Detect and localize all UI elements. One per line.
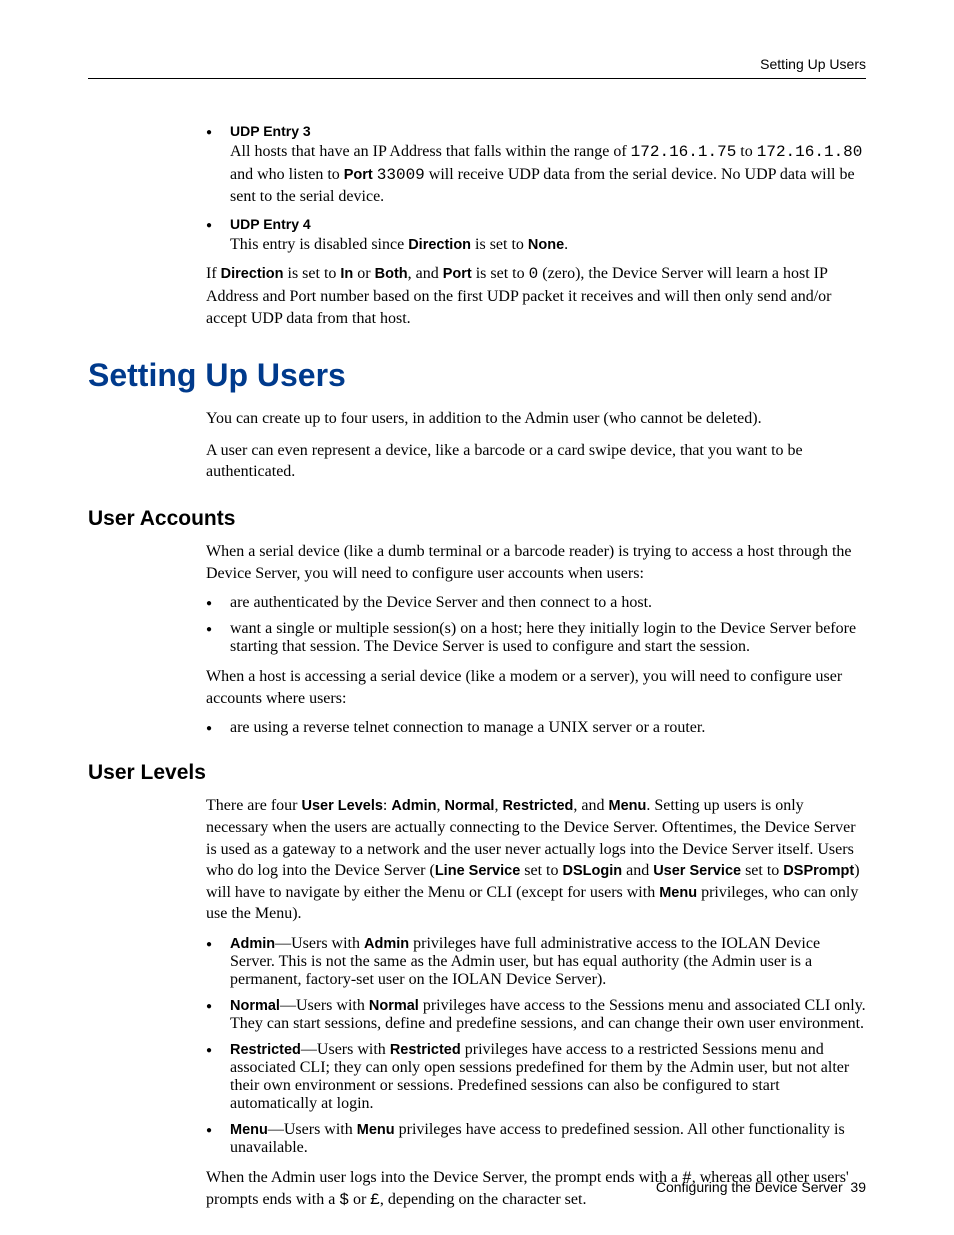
level-restricted-priv: Restricted: [390, 1042, 461, 1058]
text: are using a reverse telnet connection to…: [230, 719, 705, 736]
footer-label: Configuring the Device Server: [656, 1179, 843, 1195]
user-levels-list: Admin—Users with Admin privileges have f…: [206, 935, 866, 1157]
port-label: Port: [443, 266, 472, 282]
ip-start: 172.16.1.75: [631, 143, 737, 161]
text: set to: [741, 862, 783, 879]
text: or: [349, 1191, 370, 1208]
ua-list-2: are using a reverse telnet connection to…: [206, 719, 866, 737]
user-accounts-block: When a serial device (like a dumb termin…: [206, 541, 866, 737]
text: and who listen to: [230, 166, 344, 183]
text: and: [622, 862, 653, 879]
udp-entry-3-body: All hosts that have an IP Address that f…: [230, 141, 866, 208]
text: set to: [520, 862, 562, 879]
direction-label: Direction: [221, 266, 284, 282]
text: —Users with: [275, 935, 364, 952]
running-header: Setting Up Users: [88, 56, 866, 72]
text: There are four: [206, 797, 302, 814]
dollar-prompt: $: [339, 1191, 349, 1209]
level-admin-priv: Admin: [364, 936, 409, 952]
text: is set to: [284, 265, 341, 282]
text: If: [206, 265, 221, 282]
text: or: [353, 265, 374, 282]
user-levels-block: There are four User Levels: Admin, Norma…: [206, 795, 866, 1212]
intro-block: You can create up to four users, in addi…: [206, 408, 866, 483]
text: are authenticated by the Device Server a…: [230, 594, 652, 611]
dslogin-label: DSLogin: [562, 863, 622, 879]
both-label: Both: [375, 266, 408, 282]
text: to: [736, 143, 756, 160]
udp-entry-4: UDP Entry 4 This entry is disabled since…: [206, 216, 866, 256]
ua-paragraph-1: When a serial device (like a dumb termin…: [206, 541, 866, 584]
level-restricted-title: Restricted: [230, 1042, 301, 1058]
port-label: Port: [344, 167, 373, 183]
text: , depending on the character set.: [380, 1191, 587, 1208]
user-levels-label: User Levels: [302, 798, 383, 814]
pound-prompt: £: [370, 1191, 380, 1209]
level-admin: Admin—Users with Admin privileges have f…: [206, 935, 866, 989]
level-normal-priv: Normal: [369, 998, 419, 1014]
text: —Users with: [280, 997, 369, 1014]
level-menu-title: Menu: [230, 1122, 268, 1138]
restricted-label: Restricted: [502, 798, 573, 814]
menu-label: Menu: [608, 798, 646, 814]
admin-label: Admin: [391, 798, 436, 814]
page: Setting Up Users UDP Entry 3 All hosts t…: [0, 0, 954, 1235]
heading-user-accounts: User Accounts: [88, 507, 866, 531]
udp-entries-block: UDP Entry 3 All hosts that have an IP Ad…: [206, 123, 866, 329]
heading-setting-up-users: Setting Up Users: [88, 357, 866, 394]
zero-value: 0: [529, 265, 539, 283]
in-label: In: [340, 266, 353, 282]
ua-bullet-2: want a single or multiple session(s) on …: [206, 620, 866, 656]
direction-label: Direction: [408, 237, 471, 253]
text: is set to: [471, 236, 528, 253]
level-normal-title: Normal: [230, 998, 280, 1014]
port-number: 33009: [377, 166, 425, 184]
page-footer: Configuring the Device Server 39: [656, 1179, 866, 1195]
ua-bullet-3: are using a reverse telnet connection to…: [206, 719, 866, 737]
text: This entry is disabled since: [230, 236, 408, 253]
level-restricted: Restricted—Users with Restricted privile…: [206, 1041, 866, 1113]
text: —Users with: [268, 1121, 357, 1138]
dsprompt-label: DSPrompt: [783, 863, 854, 879]
level-admin-title: Admin: [230, 936, 275, 952]
text: , and: [408, 265, 443, 282]
udp-entry-4-body: This entry is disabled since Direction i…: [230, 234, 866, 256]
page-number: 39: [850, 1179, 866, 1195]
intro-paragraph-1: You can create up to four users, in addi…: [206, 408, 866, 430]
level-normal: Normal—Users with Normal privileges have…: [206, 997, 866, 1033]
text: is set to: [472, 265, 529, 282]
ua-list-1: are authenticated by the Device Server a…: [206, 594, 866, 656]
normal-label: Normal: [444, 798, 494, 814]
user-service-label: User Service: [653, 863, 741, 879]
ua-bullet-1: are authenticated by the Device Server a…: [206, 594, 866, 612]
level-menu-priv: Menu: [357, 1122, 395, 1138]
udp-entry-3: UDP Entry 3 All hosts that have an IP Ad…: [206, 123, 866, 208]
none-label: None: [528, 237, 564, 253]
udp-entry-4-title: UDP Entry 4: [230, 216, 866, 232]
ua-paragraph-2: When a host is accessing a serial device…: [206, 666, 866, 709]
header-rule: [88, 78, 866, 79]
text: , and: [573, 797, 608, 814]
text: When the Admin user logs into the Device…: [206, 1169, 682, 1186]
text: want a single or multiple session(s) on …: [230, 620, 856, 655]
text: All hosts that have an IP Address that f…: [230, 143, 631, 160]
udp-entries-list: UDP Entry 3 All hosts that have an IP Ad…: [206, 123, 866, 255]
intro-paragraph-2: A user can even represent a device, like…: [206, 440, 866, 483]
ul-paragraph-1: There are four User Levels: Admin, Norma…: [206, 795, 866, 925]
text: .: [564, 236, 568, 253]
udp-entry-3-title: UDP Entry 3: [230, 123, 866, 139]
menu-label-2: Menu: [659, 885, 697, 901]
text: —Users with: [301, 1041, 390, 1058]
if-direction-paragraph: If Direction is set to In or Both, and P…: [206, 263, 866, 329]
heading-user-levels: User Levels: [88, 761, 866, 785]
line-service-label: Line Service: [435, 863, 520, 879]
ip-end: 172.16.1.80: [757, 143, 863, 161]
level-menu: Menu—Users with Menu privileges have acc…: [206, 1121, 866, 1157]
